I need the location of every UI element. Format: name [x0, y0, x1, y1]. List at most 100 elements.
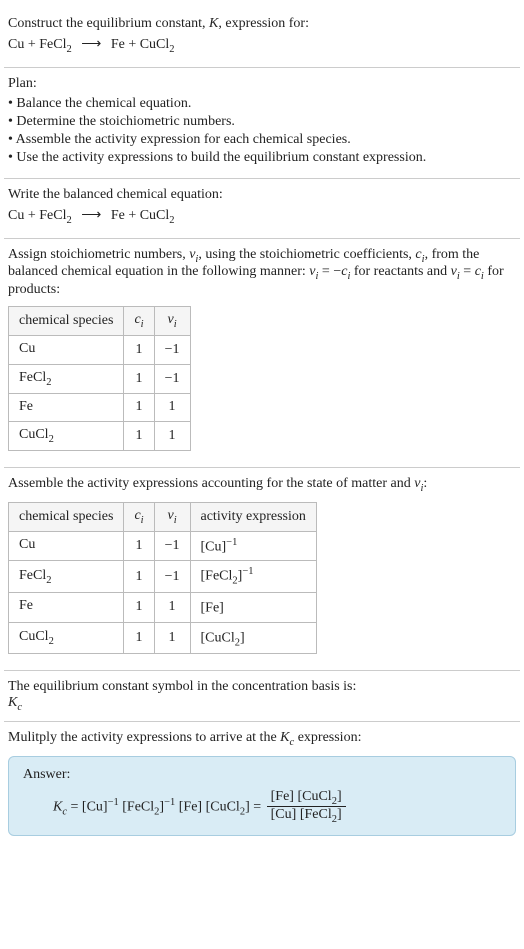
plus2: +	[125, 208, 140, 223]
sp-sub: 2	[49, 434, 54, 445]
act-t1: Assemble the activity expressions accoun…	[8, 476, 414, 491]
sp: CuCl	[19, 629, 49, 644]
prompt-text: Construct the equilibrium constant,	[8, 16, 209, 31]
cell-ae: [CuCl2]	[190, 622, 316, 653]
reaction-arrow-icon: ⟶	[81, 208, 101, 223]
denominator: [Cu] [FeCl2]	[267, 807, 346, 825]
kc-symbol-text: The equilibrium constant symbol in the c…	[8, 679, 516, 695]
sp-sub: 2	[46, 377, 51, 388]
final-section: Mulitply the activity expressions to arr…	[4, 722, 520, 852]
cell-ae: [Cu]−1	[190, 531, 316, 561]
species-cucl2-a: CuCl	[140, 37, 170, 52]
cell-species: Fe	[9, 393, 124, 422]
final-t1: Mulitply the activity expressions to arr…	[8, 730, 280, 745]
table-header-row: chemical species ci νi	[9, 307, 191, 336]
table-row: CuCl2 1 1	[9, 422, 191, 451]
answer-box: Answer: Kc = [Cu]−1 [FeCl2]−1 [Fe] [CuCl…	[8, 756, 516, 837]
activity-table: chemical species ci νi activity expressi…	[8, 502, 317, 654]
table-row: FeCl2 1 −1 [FeCl2]−1	[9, 561, 317, 592]
table-row: Cu 1 −1	[9, 335, 191, 364]
cell-species: FeCl2	[9, 364, 124, 393]
sp: Fe	[19, 598, 33, 613]
t3: [Fe]	[179, 799, 202, 814]
cell-nu: −1	[154, 364, 190, 393]
ae-post: ]	[240, 630, 245, 645]
intro-section: Construct the equilibrium constant, K, e…	[4, 8, 520, 68]
plan-item: Use the activity expressions to build th…	[8, 150, 516, 166]
t4-pre: [CuCl	[206, 799, 240, 814]
cell-c: 1	[124, 561, 154, 592]
cell-c: 1	[124, 622, 154, 653]
kc-symbol-section: The equilibrium constant symbol in the c…	[4, 671, 520, 722]
cell-nu: 1	[154, 422, 190, 451]
eq1m: = −	[318, 264, 341, 279]
cell-ae: [FeCl2]−1	[190, 561, 316, 592]
cell-c: 1	[124, 335, 154, 364]
cell-c: 1	[124, 393, 154, 422]
sp: FeCl	[19, 568, 46, 583]
balanced-section: Write the balanced chemical equation: Cu…	[4, 179, 520, 239]
cell-species: Cu	[9, 335, 124, 364]
plan-section: Plan: Balance the chemical equation. Det…	[4, 68, 520, 179]
cell-nu: −1	[154, 561, 190, 592]
table-row: Cu 1 −1 [Cu]−1	[9, 531, 317, 561]
ae: [Cu]	[201, 539, 227, 554]
cell-species: Fe	[9, 592, 124, 622]
cell-c: 1	[124, 364, 154, 393]
species-fecl2-sub: 2	[66, 215, 71, 226]
species-cucl2-sub: 2	[169, 215, 174, 226]
species-cucl2-a: CuCl	[140, 208, 170, 223]
eq2m: =	[460, 264, 475, 279]
ae-pre: [CuCl	[201, 630, 235, 645]
cell-c: 1	[124, 531, 154, 561]
species-fecl2-sub: 2	[66, 44, 71, 55]
n1: [Fe]	[271, 789, 294, 804]
sp: Cu	[19, 341, 35, 356]
stoich-table: chemical species ci νi Cu 1 −1 FeCl2 1 −…	[8, 306, 191, 451]
final-K: K	[280, 730, 289, 745]
final-t2: expression:	[294, 730, 361, 745]
species-cu: Cu	[8, 37, 24, 52]
activity-section: Assemble the activity expressions accoun…	[4, 468, 520, 671]
ci-sub: i	[141, 319, 144, 330]
intro-prompt: Construct the equilibrium constant, K, e…	[8, 16, 516, 32]
plan-list: Balance the chemical equation. Determine…	[8, 96, 516, 166]
table-row: CuCl2 1 1 [CuCl2]	[9, 622, 317, 653]
ae: [Fe]	[201, 601, 224, 616]
numerator: [Fe] [CuCl2]	[267, 789, 346, 808]
ae-sup: −1	[242, 566, 253, 577]
stoich-t1: Assign stoichiometric numbers,	[8, 247, 189, 262]
ae-sup: −1	[226, 537, 237, 548]
sp-sub: 2	[49, 636, 54, 647]
species-fecl2-a: FeCl	[39, 37, 66, 52]
act-t2: :	[423, 476, 427, 491]
kc-expression: Kc = [Cu]−1 [FeCl2]−1 [Fe] [CuCl2] = [Fe…	[23, 789, 501, 826]
table-row: FeCl2 1 −1	[9, 364, 191, 393]
plan-title: Plan:	[8, 76, 516, 92]
t1-sup: −1	[108, 796, 119, 807]
fraction: [Fe] [CuCl2][Cu] [FeCl2]	[267, 789, 346, 826]
col-ci: ci	[124, 502, 154, 531]
plan-item: Assemble the activity expression for eac…	[8, 132, 516, 148]
kc-symbol: Kc	[8, 695, 516, 713]
stoich-text: Assign stoichiometric numbers, νi, using…	[8, 247, 516, 299]
K: K	[8, 695, 17, 710]
d2p: [FeCl	[300, 807, 332, 822]
t1: [Cu]	[82, 799, 108, 814]
nui-sub: i	[174, 319, 177, 330]
t2-pre: [FeCl	[122, 799, 154, 814]
balanced-equation: Cu + FeCl2 ⟶ Fe + CuCl2	[8, 207, 516, 226]
table-row: Fe 1 1 [Fe]	[9, 592, 317, 622]
plan-item: Determine the stoichiometric numbers.	[8, 114, 516, 130]
K-symbol: K	[209, 16, 218, 31]
table-row: Fe 1 1	[9, 393, 191, 422]
plus: +	[24, 37, 39, 52]
cell-species: Cu	[9, 531, 124, 561]
sp-sub: 2	[46, 575, 51, 586]
cell-species: FeCl2	[9, 561, 124, 592]
plus2: +	[125, 37, 140, 52]
nui-sub: i	[174, 515, 177, 526]
cell-species: CuCl2	[9, 622, 124, 653]
stoich-t2: , using the stoichiometric coefficients,	[198, 247, 415, 262]
plan-item: Balance the chemical equation.	[8, 96, 516, 112]
